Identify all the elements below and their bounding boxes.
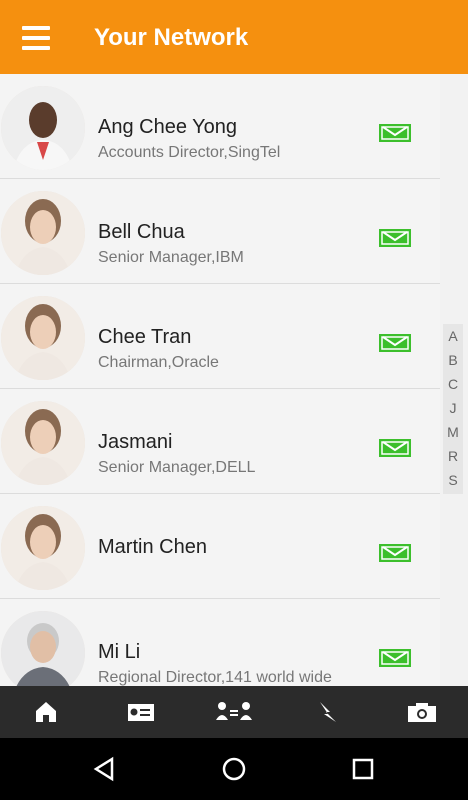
index-letter[interactable]: B <box>443 348 463 372</box>
woman-avatar-icon <box>1 296 85 380</box>
connections-icon[interactable] <box>214 698 254 726</box>
contact-row[interactable]: Martin Chen <box>0 494 440 599</box>
lightning-icon[interactable] <box>308 698 348 726</box>
index-letter[interactable]: R <box>443 444 463 468</box>
contact-name: Ang Chee Yong <box>98 116 238 138</box>
mail-icon[interactable] <box>379 439 411 457</box>
camera-icon[interactable] <box>402 698 442 726</box>
contact-row[interactable]: Ang Chee Yong Accounts Director,SingTel <box>0 74 440 179</box>
contact-subtitle: Senior Manager,IBM <box>98 249 244 266</box>
contact-subtitle: Chairman,Oracle <box>98 354 219 371</box>
mail-icon[interactable] <box>379 649 411 667</box>
contact-subtitle: Regional Director,141 world wide <box>98 669 332 686</box>
contact-name: Mi Li <box>98 641 141 663</box>
contact-subtitle: Accounts Director,SingTel <box>98 144 281 161</box>
contact-name: Jasmani <box>98 431 173 453</box>
bottom-tab-bar <box>0 686 468 738</box>
woman-avatar-icon <box>1 191 85 275</box>
index-letter[interactable]: C <box>443 372 463 396</box>
contact-row[interactable]: Mi Li Regional Director,141 world wide <box>0 599 440 686</box>
index-letter[interactable]: J <box>443 396 463 420</box>
contact-name: Martin Chen <box>98 536 207 558</box>
app-header: Your Network <box>0 0 468 74</box>
mail-icon[interactable] <box>379 334 411 352</box>
home-icon[interactable] <box>26 698 66 726</box>
elderly-man-avatar-icon <box>1 611 85 686</box>
contact-name: Bell Chua <box>98 221 185 243</box>
alphabet-index[interactable]: A B C J M R S <box>443 324 463 494</box>
woman-avatar-icon <box>1 401 85 485</box>
page-title: Your Network <box>94 24 249 51</box>
index-letter[interactable]: A <box>443 324 463 348</box>
contact-row[interactable]: Bell Chua Senior Manager,IBM <box>0 179 440 284</box>
contact-subtitle: Senior Manager,DELL <box>98 459 256 476</box>
mail-icon[interactable] <box>379 229 411 247</box>
man-avatar-icon <box>1 86 85 170</box>
contact-list[interactable]: Ang Chee Yong Accounts Director,SingTel … <box>0 74 440 686</box>
contact-row[interactable]: Chee Tran Chairman,Oracle <box>0 284 440 389</box>
hamburger-menu-icon[interactable] <box>22 26 50 50</box>
home-circle-icon[interactable] <box>220 755 248 783</box>
contact-row[interactable]: Jasmani Senior Manager,DELL <box>0 389 440 494</box>
system-navigation-bar <box>0 738 468 800</box>
index-letter[interactable]: M <box>443 420 463 444</box>
back-icon[interactable] <box>90 756 118 782</box>
woman-avatar-icon <box>1 506 85 590</box>
index-letter[interactable]: S <box>443 468 463 492</box>
contact-name: Chee Tran <box>98 326 192 348</box>
contact-card-icon[interactable] <box>120 698 160 726</box>
mail-icon[interactable] <box>379 124 411 142</box>
recents-icon[interactable] <box>350 756 376 782</box>
mail-icon[interactable] <box>379 544 411 562</box>
